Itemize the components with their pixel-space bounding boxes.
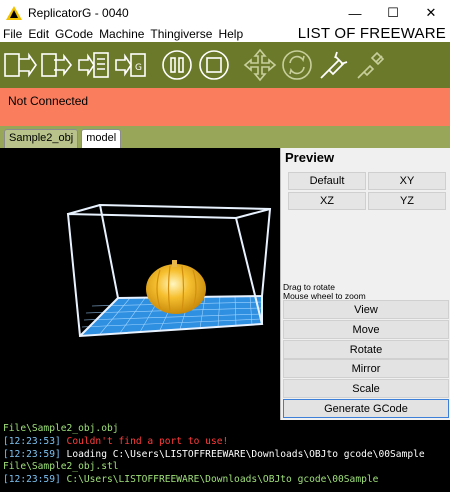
menu-help[interactable]: Help xyxy=(215,27,246,41)
console-line: [12:23:53] Couldn't find a port to use! xyxy=(3,435,229,447)
maximize-button[interactable]: ☐ xyxy=(374,0,412,26)
disconnect-button[interactable] xyxy=(354,48,388,82)
build-to-file-button[interactable] xyxy=(40,48,74,82)
preview-panel: Preview Default XY XZ YZ Drag to rotate … xyxy=(280,148,450,420)
rotate-button[interactable]: Rotate xyxy=(283,340,449,359)
console-line: [12:23:59] Loading C:\Users\LISTOFFREEWA… xyxy=(3,448,425,460)
menu-file[interactable]: File xyxy=(0,27,25,41)
console-line: File\Sample2_obj.stl xyxy=(3,461,119,473)
pause-icon xyxy=(162,50,192,80)
mirror-button[interactable]: Mirror xyxy=(283,359,449,378)
console-timestamp: [12:23:59] xyxy=(3,474,61,486)
stop-icon xyxy=(199,50,229,80)
move-button[interactable]: Move xyxy=(283,320,449,339)
console-log[interactable]: File\Sample2_obj.obj [12:23:53] Couldn't… xyxy=(0,420,450,492)
tab-bar: Sample2_obj model xyxy=(0,126,450,148)
reset-icon xyxy=(282,50,312,80)
tab-sample2-obj[interactable]: Sample2_obj xyxy=(4,129,79,148)
tab-model[interactable]: model xyxy=(81,129,122,148)
pumpkin-model xyxy=(146,260,206,314)
menu-thingiverse[interactable]: Thingiverse xyxy=(147,27,215,41)
upload-icon xyxy=(78,52,109,78)
toolbar: G xyxy=(0,42,450,88)
jog-control-icon xyxy=(243,48,277,82)
view-button[interactable]: View xyxy=(283,300,449,319)
view-xy-button[interactable]: XY xyxy=(368,172,446,190)
menu-edit[interactable]: Edit xyxy=(25,27,52,41)
pause-button[interactable] xyxy=(160,48,194,82)
title-bar: ReplicatorG - 0040 — ☐ ✕ xyxy=(0,0,450,26)
view-yz-button[interactable]: YZ xyxy=(368,192,446,210)
console-line: File\Sample2_obj.obj xyxy=(3,423,119,434)
jog-control-button[interactable] xyxy=(243,48,277,82)
disconnect-icon xyxy=(357,51,385,79)
build-volume-render xyxy=(66,203,272,338)
gcode-generate-icon: G xyxy=(115,53,146,77)
window-controls: — ☐ ✕ xyxy=(336,0,450,26)
connect-button[interactable] xyxy=(317,48,351,82)
model-viewport[interactable] xyxy=(0,148,280,420)
console-line: [12:23:59] C:\Users\LISTOFFREEWARE\Downl… xyxy=(3,474,379,486)
menu-gcode[interactable]: GCode xyxy=(52,27,96,41)
stop-button[interactable] xyxy=(197,48,231,82)
svg-text:G: G xyxy=(135,63,142,73)
replicatorg-logo-icon xyxy=(6,6,22,20)
menu-machine[interactable]: Machine xyxy=(96,27,147,41)
console-timestamp: [12:23:59] xyxy=(3,448,61,460)
scale-button[interactable]: Scale xyxy=(283,379,449,398)
close-button[interactable]: ✕ xyxy=(412,0,450,26)
reset-button[interactable] xyxy=(280,48,314,82)
view-default-button[interactable]: Default xyxy=(288,172,366,190)
build-to-file-icon xyxy=(41,53,73,77)
watermark: LIST OF FREEWARE xyxy=(297,25,446,42)
connection-status: Not Connected xyxy=(0,88,450,126)
upload-button[interactable] xyxy=(77,48,111,82)
window-title: ReplicatorG - 0040 xyxy=(28,6,129,20)
view-xz-button[interactable]: XZ xyxy=(288,192,366,210)
preview-title: Preview xyxy=(285,150,335,165)
build-button[interactable] xyxy=(3,48,37,82)
minimize-button[interactable]: — xyxy=(336,0,374,26)
console-timestamp: [12:23:53] xyxy=(3,435,61,447)
build-icon xyxy=(4,52,37,78)
connect-icon xyxy=(320,51,348,79)
generate-gcode-button[interactable]: Generate GCode xyxy=(283,399,449,418)
gcode-generate-button[interactable]: G xyxy=(114,48,148,82)
